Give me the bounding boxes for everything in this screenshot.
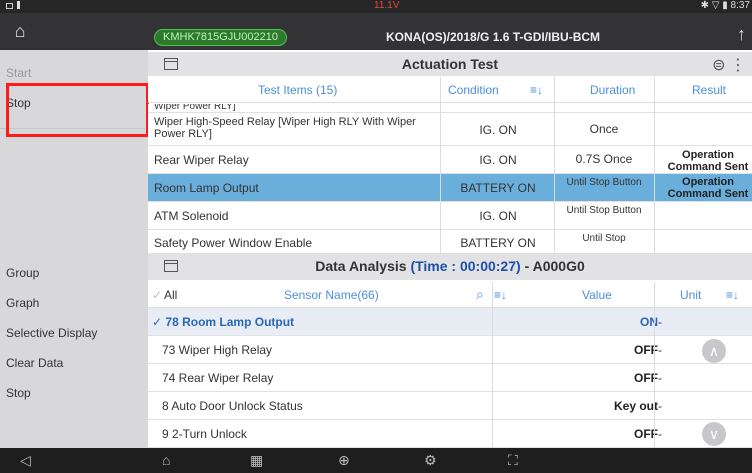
actuation-row[interactable]: Rear Wiper Relay IG. ON 0.7S Once Operat… (148, 146, 752, 174)
home-icon[interactable]: ⌂ (162, 452, 170, 468)
row-item: Wiper High-Speed Relay [Wiper High RLY W… (154, 116, 416, 140)
clock: 8:37 (730, 0, 750, 11)
vehicle-info: KONA(OS)/2018/G 1.6 T-GDI/IBU-BCM (386, 30, 601, 44)
col-unit: Unit (680, 288, 702, 302)
data-table-header: ✓ All Sensor Name(66) ⌕ ≡↓ Value Unit ≡↓ (148, 282, 752, 308)
row-result: Operation Command Sent (667, 149, 749, 173)
row-result: Operation Command Sent (667, 176, 749, 200)
col-duration: Duration (590, 83, 636, 97)
apps-icon[interactable]: ▦ (250, 452, 263, 469)
row-duration: Until Stop Button (566, 205, 642, 216)
actuation-row[interactable]: Wiper Power RLY] (148, 104, 752, 113)
row-item: Room Lamp Output (154, 181, 259, 195)
data-row[interactable]: 73 Wiper High Relay OFF - (148, 336, 752, 364)
sidebar-item-stop-data[interactable]: Stop (6, 386, 31, 400)
row-condition: IG. ON (479, 153, 517, 167)
col-test-items: Test Items (15) (258, 83, 338, 97)
actuation-toolbar-icons[interactable]: ⊜ ⋮ (712, 55, 746, 75)
actuation-table-header: Test Items (15) Condition ≡↓ Duration Re… (148, 77, 752, 103)
status-bar: 11.1V ✱ ▽ ▮ 8:37 (0, 0, 752, 13)
row-item: ATM Solenoid (154, 209, 229, 223)
sidebar-item-start[interactable]: Start (6, 66, 31, 80)
actuation-row[interactable]: Wiper High-Speed Relay [Wiper High RLY W… (148, 113, 752, 146)
android-nav-bar (0, 448, 752, 473)
back-icon[interactable]: ◁ (20, 452, 31, 469)
check-all-icon[interactable]: ✓ (152, 288, 162, 302)
row-condition: IG. ON (479, 123, 517, 137)
row-unit: - (658, 315, 662, 329)
home-icon[interactable]: ⌂ (0, 13, 40, 50)
column-divider (554, 77, 555, 254)
row-sensor-name: 8 Auto Door Unlock Status (162, 399, 303, 413)
col-sensor-name: Sensor Name(66) (284, 288, 379, 302)
data-row[interactable]: 9 2-Turn Unlock OFF - (148, 420, 752, 448)
sort-icon[interactable]: ≡↓ (726, 288, 739, 302)
row-sensor-name: 73 Wiper High Relay (162, 343, 273, 357)
row-item: Rear Wiper Relay (154, 153, 249, 167)
actuation-title: Actuation Test (401, 56, 499, 72)
col-result: Result (692, 83, 727, 97)
column-divider (654, 77, 655, 254)
data-row-selected[interactable]: ✓ 78 Room Lamp Output ON - (148, 308, 752, 336)
row-unit: - (658, 399, 662, 413)
row-item: Safety Power Window Enable (154, 236, 313, 250)
col-condition[interactable]: Condition (448, 83, 499, 97)
data-row[interactable]: 74 Rear Wiper Relay OFF - (148, 364, 752, 392)
row-sensor-name: 9 2-Turn Unlock (162, 427, 247, 441)
sidebar-item-group[interactable]: Group (6, 266, 39, 280)
data-analysis-title: Data Analysis (Time : 00:00:27) - A000G0 (315, 258, 585, 274)
scroll-down-icon[interactable]: ∨ (702, 422, 726, 446)
col-all[interactable]: All (164, 288, 177, 302)
row-duration: 0.7S Once (575, 152, 633, 166)
sidebar-item-clear-data[interactable]: Clear Data (6, 356, 63, 370)
col-value: Value (582, 288, 612, 302)
column-divider (492, 282, 493, 448)
row-unit: - (658, 343, 662, 357)
status-right: ✱ ▽ ▮ 8:37 (700, 0, 750, 11)
row-unit: - (658, 427, 662, 441)
column-divider (440, 77, 441, 254)
status-icons (6, 1, 20, 11)
search-icon[interactable]: ⌕ (476, 286, 484, 303)
stop-highlight-box (6, 83, 149, 137)
sort-icon[interactable]: ≡↓ (530, 83, 543, 97)
data-row[interactable]: 8 Auto Door Unlock Status Key out - (148, 392, 752, 420)
scroll-up-icon[interactable]: ∧ (702, 339, 726, 363)
sidebar-item-graph[interactable]: Graph (6, 296, 39, 310)
row-duration: Until Stop Button (566, 177, 642, 188)
row-item: Wiper Power RLY] (154, 104, 236, 112)
actuation-row[interactable]: ATM Solenoid IG. ON Until Stop Button (148, 202, 752, 230)
row-value: ON (640, 315, 658, 329)
column-divider (654, 282, 655, 448)
actuation-row-selected[interactable]: Room Lamp Output BATTERY ON Until Stop B… (148, 174, 752, 202)
sort-icon[interactable]: ≡↓ (494, 288, 507, 302)
row-value: Key out (613, 399, 658, 413)
battery-voltage: 11.1V (374, 0, 400, 11)
upload-icon[interactable]: ↑ (737, 24, 746, 45)
app-header (0, 13, 752, 50)
row-sensor-name: 74 Rear Wiper Relay (162, 371, 274, 385)
row-duration: Until Stop (582, 233, 626, 244)
row-duration: Once (589, 122, 619, 136)
settings-icon[interactable]: ⚙ (424, 452, 437, 469)
row-condition: BATTERY ON (460, 236, 536, 250)
row-condition: BATTERY ON (460, 181, 536, 195)
screenshot-icon[interactable]: ⛶ (508, 452, 518, 469)
vin-badge: KMHK7815GJU002210 (154, 29, 287, 46)
globe-icon[interactable]: ⊕ (338, 452, 350, 469)
row-condition: IG. ON (479, 209, 517, 223)
sidebar-item-selective-display[interactable]: Selective Display (6, 326, 97, 340)
row-unit: - (658, 371, 662, 385)
actuation-row[interactable]: Safety Power Window Enable BATTERY ON Un… (148, 230, 752, 254)
row-sensor-name: ✓ 78 Room Lamp Output (152, 315, 295, 329)
